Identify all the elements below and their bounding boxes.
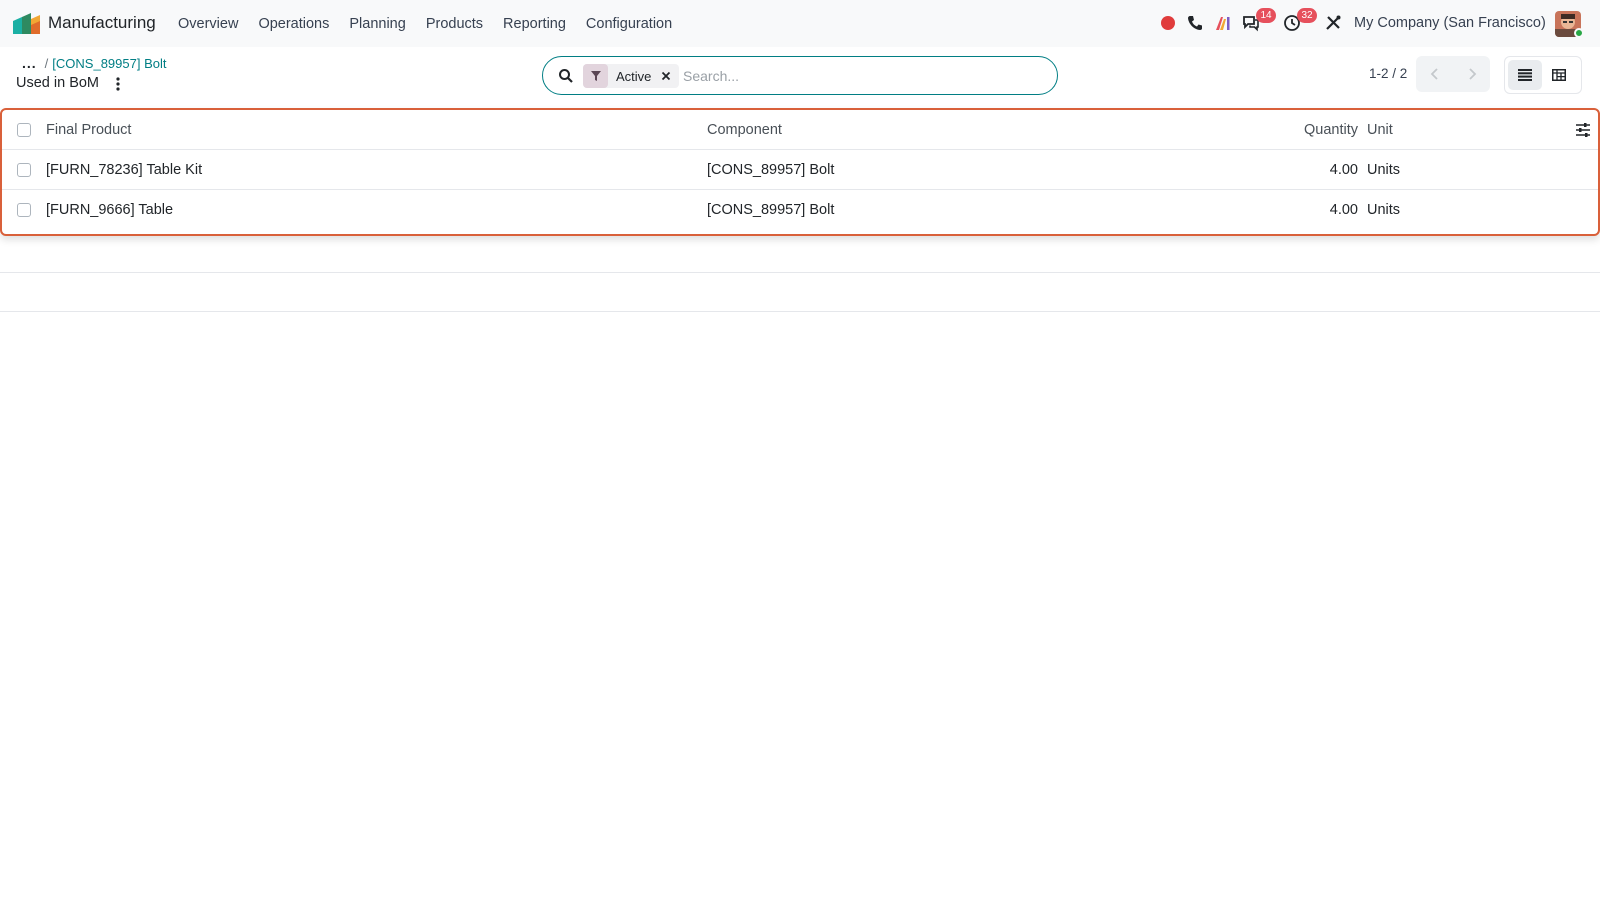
table-header-row: Final Product Component Quantity Unit bbox=[2, 110, 1598, 150]
top-navbar: Manufacturing Overview Operations Planni… bbox=[0, 0, 1600, 47]
empty-row-divider bbox=[0, 272, 1600, 273]
view-switcher bbox=[1504, 56, 1582, 94]
cell-component[interactable]: [CONS_89957] Bolt bbox=[707, 190, 834, 230]
remove-facet-icon[interactable] bbox=[661, 71, 671, 81]
table-row[interactable]: [FURN_78236] Table Kit [CONS_89957] Bolt… bbox=[2, 150, 1598, 190]
filter-icon bbox=[583, 64, 608, 88]
optional-columns-icon[interactable] bbox=[1575, 122, 1591, 138]
column-header-unit[interactable]: Unit bbox=[1367, 110, 1393, 150]
menu-item-products[interactable]: Products bbox=[416, 16, 493, 32]
main-menu: Overview Operations Planning Products Re… bbox=[168, 0, 682, 47]
menu-item-planning[interactable]: Planning bbox=[339, 16, 415, 32]
ai-assistant-icon[interactable] bbox=[1214, 14, 1232, 32]
search-input[interactable] bbox=[683, 65, 1043, 87]
table-row[interactable]: [FURN_9666] Table [CONS_89957] Bolt 4.00… bbox=[2, 190, 1598, 230]
cell-unit[interactable]: Units bbox=[1367, 150, 1400, 190]
app-name[interactable]: Manufacturing bbox=[48, 13, 156, 33]
cell-final-product[interactable]: [FURN_9666] Table bbox=[46, 190, 173, 230]
column-header-final-product[interactable]: Final Product bbox=[46, 110, 131, 150]
menu-item-operations[interactable]: Operations bbox=[248, 16, 339, 32]
recording-dot-icon[interactable] bbox=[1159, 14, 1177, 32]
actions-kebab-icon[interactable] bbox=[114, 76, 122, 92]
pager-value[interactable]: 1-2 / 2 bbox=[1369, 66, 1407, 81]
facet-label: Active bbox=[616, 68, 652, 84]
menu-item-configuration[interactable]: Configuration bbox=[576, 16, 682, 32]
cell-quantity[interactable]: 4.00 bbox=[1242, 150, 1358, 190]
menu-item-overview[interactable]: Overview bbox=[168, 16, 248, 32]
company-switcher[interactable]: My Company (San Francisco) bbox=[1354, 15, 1546, 31]
search-icon[interactable] bbox=[558, 68, 574, 84]
empty-row-divider bbox=[0, 311, 1600, 312]
online-status-icon bbox=[1574, 28, 1584, 38]
bom-list-table: Final Product Component Quantity Unit [F… bbox=[0, 108, 1600, 236]
row-checkbox[interactable] bbox=[17, 163, 31, 177]
list-view-icon bbox=[1518, 69, 1532, 81]
pager-next-button[interactable] bbox=[1453, 56, 1490, 92]
breadcrumb: ... / [CONS_89957] Bolt bbox=[22, 55, 166, 71]
tools-icon[interactable] bbox=[1324, 14, 1342, 32]
page-title: Used in BoM bbox=[16, 75, 100, 91]
cell-unit[interactable]: Units bbox=[1367, 190, 1400, 230]
search-facet-active: Active bbox=[583, 64, 680, 88]
column-header-component[interactable]: Component bbox=[707, 110, 782, 150]
cell-component[interactable]: [CONS_89957] Bolt bbox=[707, 150, 834, 190]
column-header-quantity[interactable]: Quantity bbox=[1242, 110, 1358, 150]
activities-badge: 32 bbox=[1297, 8, 1317, 23]
phone-icon[interactable] bbox=[1186, 14, 1204, 32]
row-checkbox[interactable] bbox=[17, 203, 31, 217]
menu-item-reporting[interactable]: Reporting bbox=[493, 16, 576, 32]
pager-previous-button[interactable] bbox=[1416, 56, 1453, 92]
breadcrumb-separator: / bbox=[44, 55, 49, 71]
chevron-right-icon bbox=[1468, 68, 1476, 80]
breadcrumb-link-product[interactable]: [CONS_89957] Bolt bbox=[52, 56, 166, 71]
chevron-left-icon bbox=[1430, 68, 1438, 80]
cell-quantity[interactable]: 4.00 bbox=[1242, 190, 1358, 230]
breadcrumb-more-button[interactable]: ... bbox=[22, 55, 37, 71]
pivot-view-button[interactable] bbox=[1542, 60, 1576, 90]
pivot-table-icon bbox=[1552, 69, 1566, 81]
list-view-button[interactable] bbox=[1508, 60, 1542, 90]
select-all-checkbox[interactable] bbox=[17, 123, 31, 137]
manufacturing-app-icon[interactable] bbox=[13, 13, 40, 34]
cell-final-product[interactable]: [FURN_78236] Table Kit bbox=[46, 150, 202, 190]
search-bar: Active bbox=[542, 56, 1058, 95]
pager-buttons bbox=[1416, 56, 1490, 92]
messages-badge: 14 bbox=[1256, 8, 1276, 23]
